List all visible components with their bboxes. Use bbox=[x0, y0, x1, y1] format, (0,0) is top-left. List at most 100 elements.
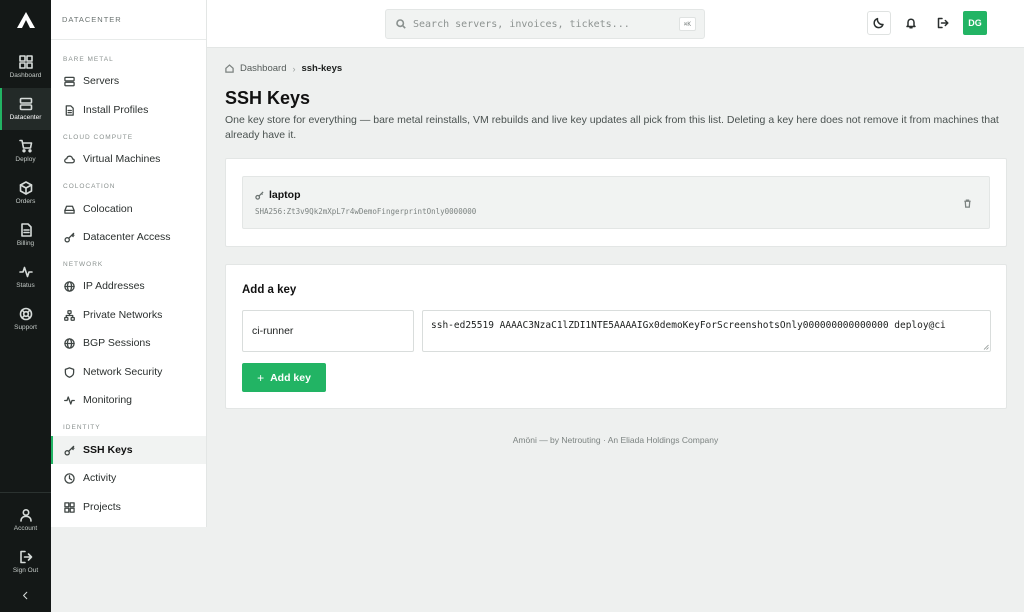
sidebar-item-virtual-machines[interactable]: Virtual Machines bbox=[51, 145, 206, 173]
user-avatar[interactable]: DG bbox=[963, 11, 987, 35]
rail-item-billing[interactable]: Billing bbox=[0, 214, 51, 256]
rail-item-account[interactable]: Account bbox=[0, 499, 51, 541]
sidebar-item-label: Projects bbox=[83, 501, 121, 513]
grid-icon bbox=[64, 501, 75, 513]
lifebuoy-icon bbox=[19, 307, 32, 321]
notifications-button[interactable] bbox=[899, 11, 923, 35]
ssh-key-name: laptop bbox=[269, 189, 301, 201]
globe-icon bbox=[64, 337, 75, 349]
sidebar-item-servers[interactable]: Servers bbox=[51, 67, 206, 95]
sidebar-item-colocation[interactable]: Colocation bbox=[51, 195, 206, 223]
add-key-title: Add a key bbox=[242, 284, 297, 296]
ssh-key-row: laptop SHA256:Zt3v9Qk2mXpL7r4wDemoFinger… bbox=[242, 176, 990, 229]
user-icon bbox=[19, 508, 32, 522]
box-icon bbox=[19, 181, 32, 195]
cart-icon bbox=[18, 139, 32, 153]
sidebar-item-label: Network Security bbox=[83, 366, 163, 378]
cloud-icon bbox=[64, 155, 75, 163]
sidebar-item-label: BGP Sessions bbox=[83, 337, 151, 349]
pulse-icon bbox=[64, 395, 75, 405]
section-label-bare-metal: BARE METAL bbox=[63, 56, 114, 63]
breadcrumb-dashboard-link[interactable]: Dashboard bbox=[240, 63, 286, 74]
key-name-input[interactable] bbox=[242, 310, 414, 352]
sidebar-item-private-networks[interactable]: Private Networks bbox=[51, 301, 206, 329]
global-search[interactable]: ⌘K bbox=[385, 9, 705, 39]
server-icon bbox=[64, 76, 75, 86]
shield-icon bbox=[64, 366, 75, 378]
rail-label: Account bbox=[13, 525, 38, 532]
sidebar-item-network-security[interactable]: Network Security bbox=[51, 358, 206, 386]
breadcrumb-current: ssh-keys bbox=[301, 63, 343, 74]
sidebar-item-label: Private Networks bbox=[83, 309, 163, 321]
rail-item-datacenter[interactable]: Datacenter bbox=[0, 88, 51, 130]
add-key-button-label: Add key bbox=[270, 371, 311, 384]
page-description: One key store for everything — bare meta… bbox=[225, 114, 999, 141]
rail-label: Support bbox=[14, 324, 37, 331]
hard-drive-icon bbox=[64, 205, 75, 214]
chevron-left-icon bbox=[23, 591, 28, 599]
rail-label: Billing bbox=[16, 240, 35, 247]
brand-logo[interactable] bbox=[0, 0, 51, 40]
delete-key-button[interactable] bbox=[960, 196, 974, 210]
moon-icon bbox=[873, 17, 884, 29]
clock-icon bbox=[64, 472, 75, 484]
rail-label: Datacenter bbox=[9, 114, 42, 121]
rail-label: Orders bbox=[15, 198, 36, 205]
sidebar-item-ip-addresses[interactable]: IP Addresses bbox=[51, 272, 206, 300]
sidebar-item-install-profiles[interactable]: Install Profiles bbox=[51, 96, 206, 124]
rail-item-support[interactable]: Support bbox=[0, 298, 51, 340]
home-icon bbox=[225, 64, 234, 73]
sidebar-item-projects[interactable]: Projects bbox=[51, 493, 206, 521]
grid-icon bbox=[18, 55, 33, 69]
ssh-key-fingerprint: SHA256:Zt3v9Qk2mXpL7r4wDemoFingerprintOn… bbox=[255, 207, 477, 216]
theme-toggle-button[interactable] bbox=[867, 11, 891, 35]
plus-icon: + bbox=[257, 370, 265, 385]
sidebar-item-label: Colocation bbox=[83, 203, 133, 215]
rail-item-orders[interactable]: Orders bbox=[0, 172, 51, 214]
sidebar-item-activity[interactable]: Activity bbox=[51, 464, 206, 492]
add-key-button[interactable]: + Add key bbox=[242, 363, 326, 392]
ssh-keys-list-card: laptop SHA256:Zt3v9Qk2mXpL7r4wDemoFinger… bbox=[225, 158, 1007, 247]
section-label-cloud-compute: CLOUD COMPUTE bbox=[63, 134, 134, 141]
rail-item-dashboard[interactable]: Dashboard bbox=[0, 46, 51, 88]
sidebar-item-datacenter-access[interactable]: Datacenter Access bbox=[51, 223, 206, 251]
rail-label: Dashboard bbox=[9, 72, 42, 79]
sidebar-item-label: Datacenter Access bbox=[83, 231, 171, 243]
breadcrumb: Dashboard › ssh-keys bbox=[225, 63, 342, 74]
rail-item-status[interactable]: Status bbox=[0, 256, 51, 298]
sidebar-item-label: Install Profiles bbox=[83, 104, 149, 116]
page-footer: Amöni — by Netrouting · An Eliada Holdin… bbox=[512, 435, 719, 445]
section-label-network: NETWORK bbox=[63, 261, 104, 268]
rail-item-sign-out[interactable]: Sign Out bbox=[0, 541, 51, 583]
sidebar-header: DATACENTER bbox=[51, 0, 206, 40]
sidebar-item-label: Activity bbox=[83, 472, 117, 484]
search-icon bbox=[396, 19, 406, 29]
trash-icon bbox=[963, 198, 971, 208]
pulse-icon bbox=[18, 266, 33, 278]
network-icon bbox=[64, 309, 75, 321]
key-icon bbox=[64, 232, 75, 243]
breadcrumb-separator: › bbox=[292, 63, 296, 74]
sign-out-button[interactable] bbox=[931, 11, 955, 35]
globe-icon bbox=[64, 280, 75, 292]
sidebar: DATACENTER BARE METAL Servers Install Pr… bbox=[51, 0, 207, 527]
rail-divider bbox=[0, 492, 51, 493]
rail-item-deploy[interactable]: Deploy bbox=[0, 130, 51, 172]
rail-label: Deploy bbox=[15, 156, 36, 163]
sidebar-item-bgp-sessions[interactable]: BGP Sessions bbox=[51, 329, 206, 357]
public-key-textarea[interactable]: ssh-ed25519 AAAAC3NzaC1lZDI1NTE5AAAAIGx0… bbox=[422, 310, 991, 352]
sidebar-item-label: Monitoring bbox=[83, 394, 133, 406]
section-label-colocation: COLOCATION bbox=[63, 183, 116, 190]
key-icon bbox=[64, 445, 75, 456]
bell-icon bbox=[906, 18, 916, 29]
sidebar-item-ssh-keys[interactable]: SSH Keys bbox=[51, 436, 206, 464]
sidebar-item-label: Servers bbox=[83, 75, 120, 87]
sidebar-item-label: Virtual Machines bbox=[83, 153, 161, 165]
page-title: SSH Keys bbox=[225, 88, 311, 108]
rail-collapse-button[interactable] bbox=[0, 584, 51, 606]
ssh-key-name-wrap: laptop bbox=[255, 189, 301, 201]
document-icon bbox=[65, 104, 74, 116]
sidebar-item-monitoring[interactable]: Monitoring bbox=[51, 386, 206, 414]
search-input[interactable] bbox=[413, 18, 663, 30]
search-shortcut-hint: ⌘K bbox=[678, 17, 696, 31]
